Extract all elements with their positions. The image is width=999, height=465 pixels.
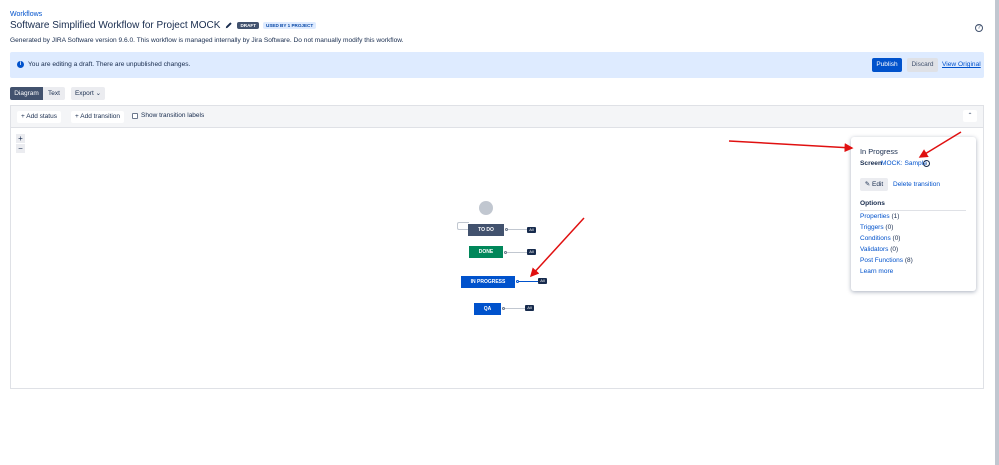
page-scrollbar[interactable] xyxy=(995,0,999,465)
annotation-arrows xyxy=(529,131,962,278)
annotation-arrow xyxy=(918,131,962,158)
annotation-arrow xyxy=(529,217,585,278)
annotation-arrow xyxy=(728,140,854,153)
